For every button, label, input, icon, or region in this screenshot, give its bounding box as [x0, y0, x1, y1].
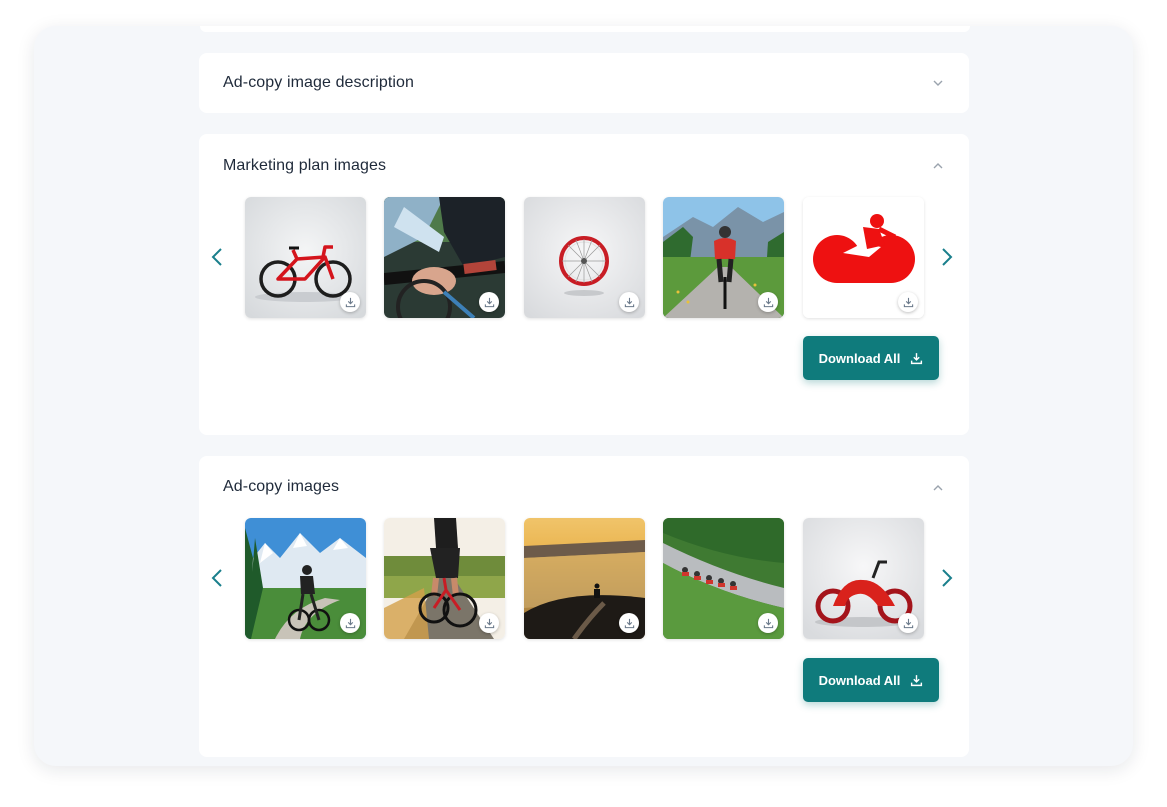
download-image-button[interactable] — [479, 613, 499, 633]
image-thumbnail[interactable] — [663, 197, 784, 318]
ad-copy-images-card: Ad-copy images Download All — [199, 456, 969, 757]
download-icon — [624, 297, 634, 307]
download-image-button[interactable] — [898, 613, 918, 633]
image-thumbnail[interactable] — [245, 197, 366, 318]
ad-copy-description-card[interactable]: Ad-copy image description — [199, 53, 969, 113]
download-icon — [345, 618, 355, 628]
chevron-right-icon — [942, 569, 953, 587]
chevron-left-icon — [211, 248, 222, 266]
image-thumbnail[interactable] — [245, 518, 366, 639]
image-thumbnail[interactable] — [803, 518, 924, 639]
marketing-plan-images-card: Marketing plan images Download All — [199, 134, 969, 435]
download-all-button[interactable]: Download All — [803, 336, 939, 380]
download-icon — [903, 297, 913, 307]
image-thumbnail[interactable] — [803, 197, 924, 318]
section-title: Ad-copy image description — [223, 74, 415, 91]
download-image-button[interactable] — [898, 292, 918, 312]
image-thumbnail[interactable] — [384, 197, 505, 318]
carousel-prev-button[interactable] — [206, 244, 228, 270]
section-title: Marketing plan images — [223, 157, 387, 174]
download-image-button[interactable] — [758, 292, 778, 312]
download-image-button[interactable] — [340, 613, 360, 633]
chevron-up-icon[interactable] — [931, 481, 945, 495]
chevron-left-icon — [211, 569, 222, 587]
download-icon — [624, 618, 634, 628]
download-all-label: Download All — [818, 672, 901, 688]
download-image-button[interactable] — [619, 292, 639, 312]
chevron-up-icon[interactable] — [931, 159, 945, 173]
section-title: Ad-copy images — [223, 478, 340, 495]
carousel-next-button[interactable] — [936, 244, 958, 270]
carousel-prev-button[interactable] — [206, 565, 228, 591]
download-icon — [903, 618, 913, 628]
download-image-button[interactable] — [479, 292, 499, 312]
download-image-button[interactable] — [758, 613, 778, 633]
image-thumbnail[interactable] — [524, 518, 645, 639]
previous-card-edge — [200, 26, 970, 32]
image-thumbnail[interactable] — [384, 518, 505, 639]
download-icon — [484, 618, 494, 628]
download-icon — [911, 674, 923, 686]
download-image-button[interactable] — [619, 613, 639, 633]
image-thumbnail[interactable] — [524, 197, 645, 318]
chevron-right-icon — [942, 248, 953, 266]
download-icon — [763, 297, 773, 307]
download-image-button[interactable] — [340, 292, 360, 312]
download-icon — [345, 297, 355, 307]
download-icon — [484, 297, 494, 307]
download-icon — [911, 352, 923, 364]
image-thumbnail[interactable] — [663, 518, 784, 639]
download-all-label: Download All — [818, 350, 901, 366]
carousel-next-button[interactable] — [936, 565, 958, 591]
chevron-down-icon[interactable] — [931, 76, 945, 90]
download-icon — [763, 618, 773, 628]
app-frame: Ad-copy image description Marketing plan… — [34, 26, 1133, 766]
download-all-button[interactable]: Download All — [803, 658, 939, 702]
